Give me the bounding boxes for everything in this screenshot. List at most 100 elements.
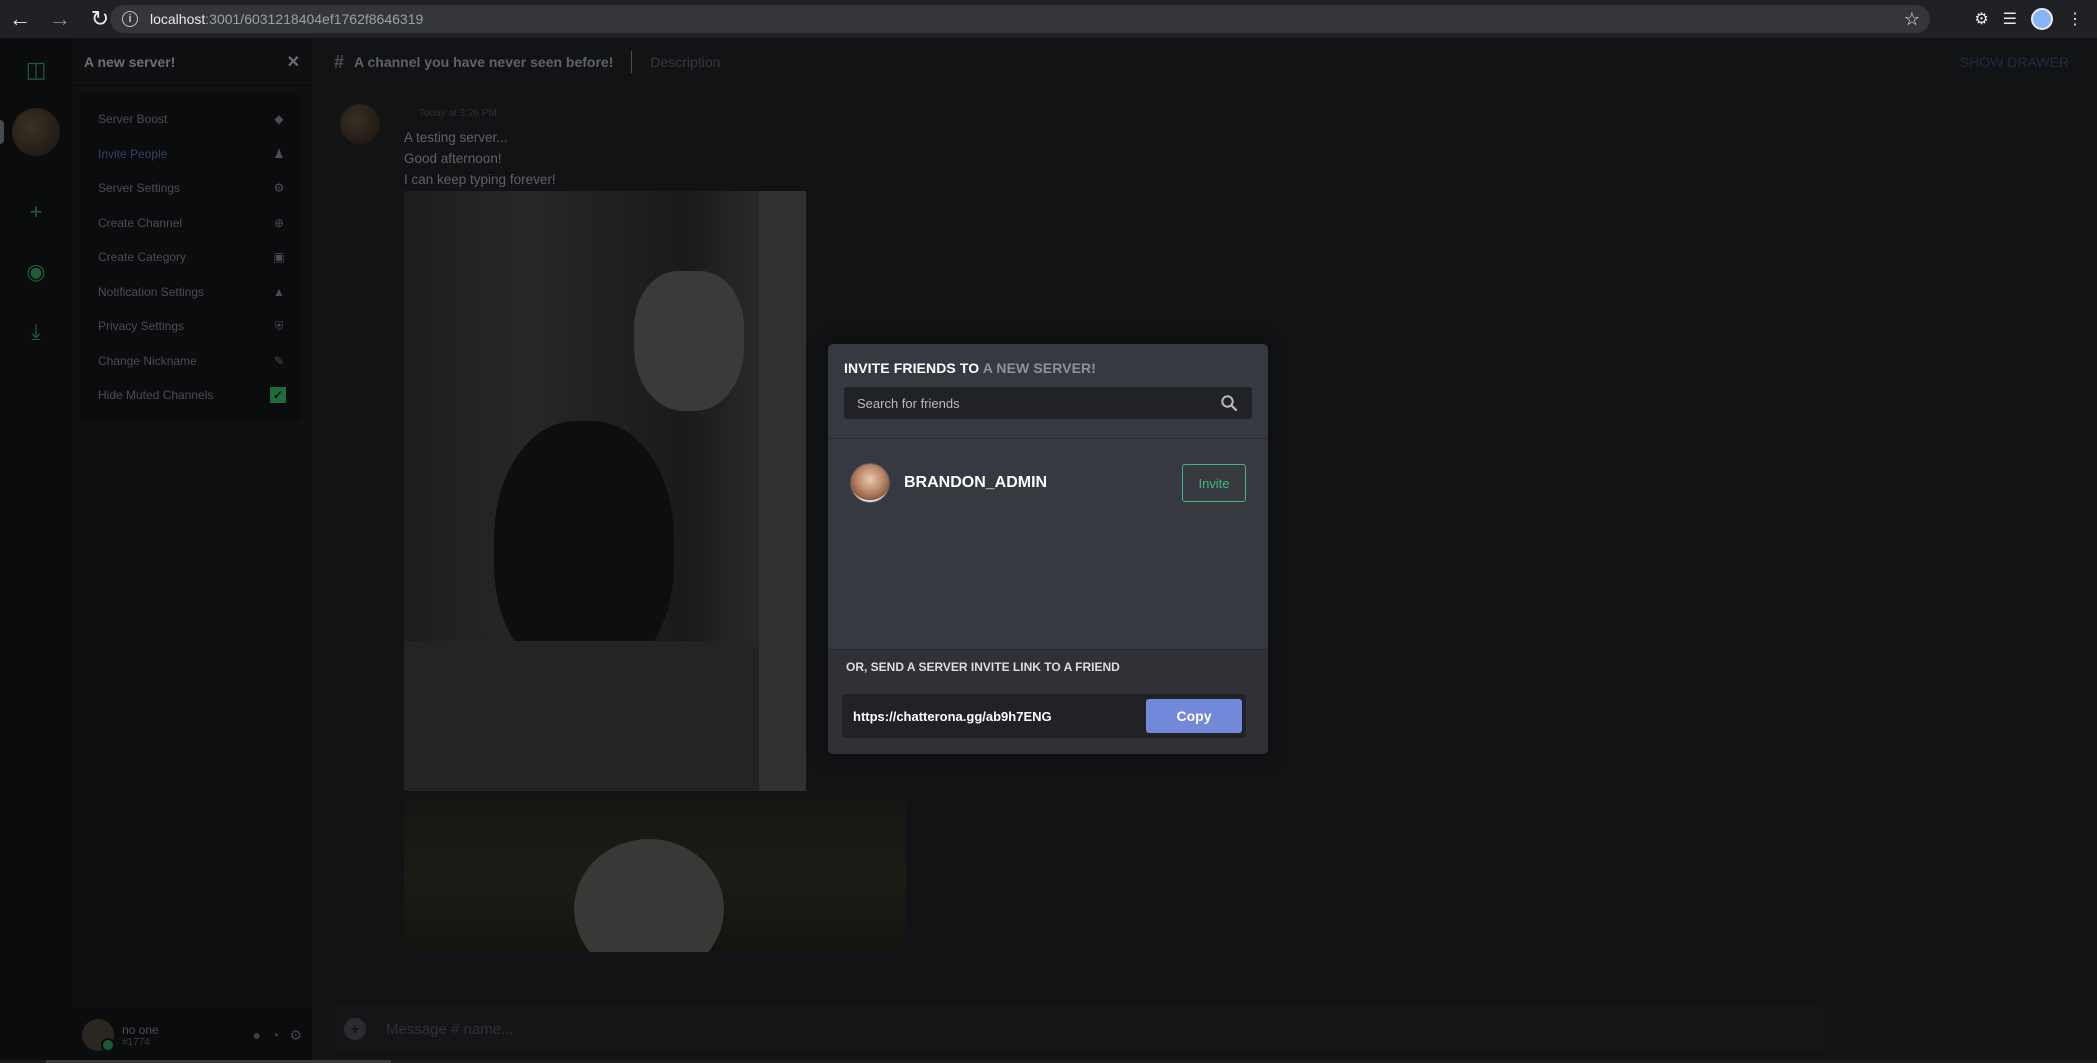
attach-plus-icon[interactable]: + — [344, 1018, 366, 1040]
forward-arrow-icon[interactable]: → — [40, 0, 80, 38]
composer-placeholder: Message # name... — [386, 1020, 514, 1038]
message-image-goat-meadow[interactable] — [404, 799, 906, 952]
image-door-frame — [759, 191, 806, 791]
browser-actions: ⚙ ☰ ⋮ — [1974, 0, 2097, 38]
message-image-goats-gate[interactable] — [404, 191, 806, 791]
menu-item-create-channel[interactable]: Create Channel ⊕ — [90, 206, 290, 241]
download-icon[interactable]: ⤓ — [14, 310, 58, 354]
menu-item-label: Create Channel — [98, 215, 183, 230]
close-icon[interactable]: ✕ — [287, 52, 300, 72]
channel-description: Description — [650, 54, 721, 70]
menu-item-change-nickname[interactable]: Change Nickname ✎ — [90, 344, 290, 379]
add-user-icon: ♟ — [273, 146, 285, 161]
shield-icon: ⛨ — [274, 318, 284, 333]
channel-topbar: # A channel you have never seen before! … — [312, 38, 2097, 86]
url-path: :3001/6031218404ef1762f8646319 — [205, 11, 424, 27]
invite-link-label: OR, SEND A SERVER INVITE LINK TO A FRIEN… — [846, 660, 1120, 674]
address-url: localhost:3001/6031218404ef1762f8646319 — [150, 11, 423, 27]
menu-item-hide-muted-channels[interactable]: Hide Muted Channels ✓ — [90, 378, 290, 413]
friend-search-input[interactable] — [857, 395, 1197, 411]
message-line: Good afternoon! — [404, 151, 502, 166]
friend-avatar — [850, 463, 890, 503]
reading-list-icon[interactable]: ☰ — [2003, 9, 2017, 29]
menu-item-label: Change Nickname — [98, 353, 197, 368]
menu-item-privacy-settings[interactable]: Privacy Settings ⛨ — [90, 309, 290, 344]
server-name: A new server! — [84, 53, 176, 70]
search-icon[interactable] — [1220, 394, 1238, 412]
server-avatar[interactable] — [12, 108, 60, 156]
message-line: I can keep typing forever! — [404, 172, 556, 187]
add-server-icon[interactable]: + — [14, 190, 58, 234]
home-icon[interactable]: ◫ — [14, 48, 58, 92]
user-settings-gear-icon[interactable]: ⚙ — [289, 1027, 302, 1044]
menu-item-notification-settings[interactable]: Notification Settings ▲ — [90, 275, 290, 310]
profile-avatar-icon[interactable] — [2031, 8, 2053, 30]
microphone-icon[interactable]: ● — [253, 1027, 261, 1044]
server-rail: ◫ + ◉ ⤓ — [0, 38, 72, 1063]
browser-toolbar: ← → ↻ i localhost:3001/6031218404ef1762f… — [0, 0, 2097, 38]
menu-item-server-boost[interactable]: Server Boost ◆ — [90, 102, 290, 137]
folder-icon: ▣ — [273, 250, 285, 265]
menu-item-label: Server Boost — [98, 112, 168, 127]
menu-item-label: Invite People — [98, 146, 168, 161]
user-name: no one — [122, 1022, 159, 1037]
gem-icon: ◆ — [274, 112, 284, 127]
channel-sidebar: A new server! ✕ Server Boost ◆ Invite Peo… — [72, 38, 312, 1063]
user-tag: #1774 — [122, 1036, 150, 1048]
invite-link-input[interactable] — [853, 708, 1143, 724]
friend-name: BRANDON_ADMIN — [904, 474, 1048, 491]
server-selected-pill — [0, 120, 4, 144]
headphones-icon[interactable]: ◔ — [271, 1027, 279, 1044]
back-arrow-icon[interactable]: ← — [0, 0, 40, 38]
pencil-icon: ✎ — [273, 353, 285, 368]
image-goat-white — [574, 839, 724, 952]
menu-item-invite-people[interactable]: Invite People ♟ — [90, 137, 290, 172]
address-bar[interactable]: i localhost:3001/6031218404ef1762f864631… — [110, 5, 1930, 33]
server-header[interactable]: A new server! ✕ — [72, 38, 312, 86]
menu-item-create-category[interactable]: Create Category ▣ — [90, 240, 290, 275]
menu-item-label: Hide Muted Channels — [98, 388, 214, 403]
friend-search-box — [844, 387, 1252, 419]
gear-icon: ⚙ — [273, 181, 285, 196]
channel-name: A channel you have never seen before! — [354, 54, 614, 70]
bell-icon: ▲ — [273, 284, 285, 299]
menu-item-label: Server Settings — [98, 181, 181, 196]
image-goat-white — [634, 271, 744, 411]
invite-button[interactable]: Invite — [1182, 464, 1246, 502]
menu-item-label: Privacy Settings — [98, 319, 185, 334]
message-composer[interactable]: + Message # name... — [330, 1005, 1826, 1053]
copy-button[interactable]: Copy — [1146, 699, 1242, 733]
image-ledge — [404, 641, 764, 791]
extensions-icon[interactable]: ⚙ — [1974, 9, 1988, 29]
show-drawer-button[interactable]: SHOW DRAWER — [1960, 54, 2069, 70]
plus-circle-icon: ⊕ — [273, 215, 285, 230]
menu-item-label: Notification Settings — [98, 284, 205, 299]
url-host: localhost — [150, 11, 206, 27]
user-actions: ● ◔ ⚙ — [253, 1027, 303, 1044]
browser-menu-icon[interactable]: ⋮ — [2067, 9, 2083, 29]
menu-item-server-settings[interactable]: Server Settings ⚙ — [90, 171, 290, 206]
modal-header: INVITE FRIENDS TO A NEW SERVER! — [828, 344, 1268, 438]
modal-title: INVITE FRIENDS TO A NEW SERVER! — [844, 360, 1252, 376]
friend-row: BRANDON_ADMIN Invite — [850, 461, 1246, 505]
user-panel: no one #1774 ● ◔ ⚙ — [72, 1007, 312, 1063]
explore-compass-icon[interactable]: ◉ — [14, 250, 58, 294]
server-dropdown-menu: Server Boost ◆ Invite People ♟ Server Sett… — [80, 94, 300, 421]
bookmark-star-icon[interactable]: ☆ — [1904, 9, 1920, 30]
friend-list: BRANDON_ADMIN Invite — [828, 439, 1268, 649]
channel-hash-icon: # — [334, 51, 345, 72]
invite-link-section: OR, SEND A SERVER INVITE LINK TO A FRIEN… — [828, 649, 1268, 754]
invite-friends-modal: INVITE FRIENDS TO A NEW SERVER! BRANDON_… — [828, 344, 1268, 754]
modal-title-prefix: INVITE FRIENDS TO — [844, 360, 983, 376]
invite-link-box: Copy — [842, 694, 1246, 738]
message-timestamp: Today at 3:26 PM — [419, 108, 497, 119]
modal-title-server: A NEW SERVER! — [982, 360, 1097, 376]
user-avatar[interactable] — [82, 1019, 115, 1052]
hide-muted-checkbox[interactable]: ✓ — [270, 387, 286, 404]
topbar-divider — [631, 51, 633, 73]
message-line: A testing server... — [404, 130, 508, 145]
menu-item-label: Create Category — [98, 250, 187, 265]
message-author-avatar[interactable] — [340, 104, 380, 144]
site-info-icon[interactable]: i — [122, 11, 138, 27]
user-info: no one #1774 — [122, 1023, 159, 1048]
